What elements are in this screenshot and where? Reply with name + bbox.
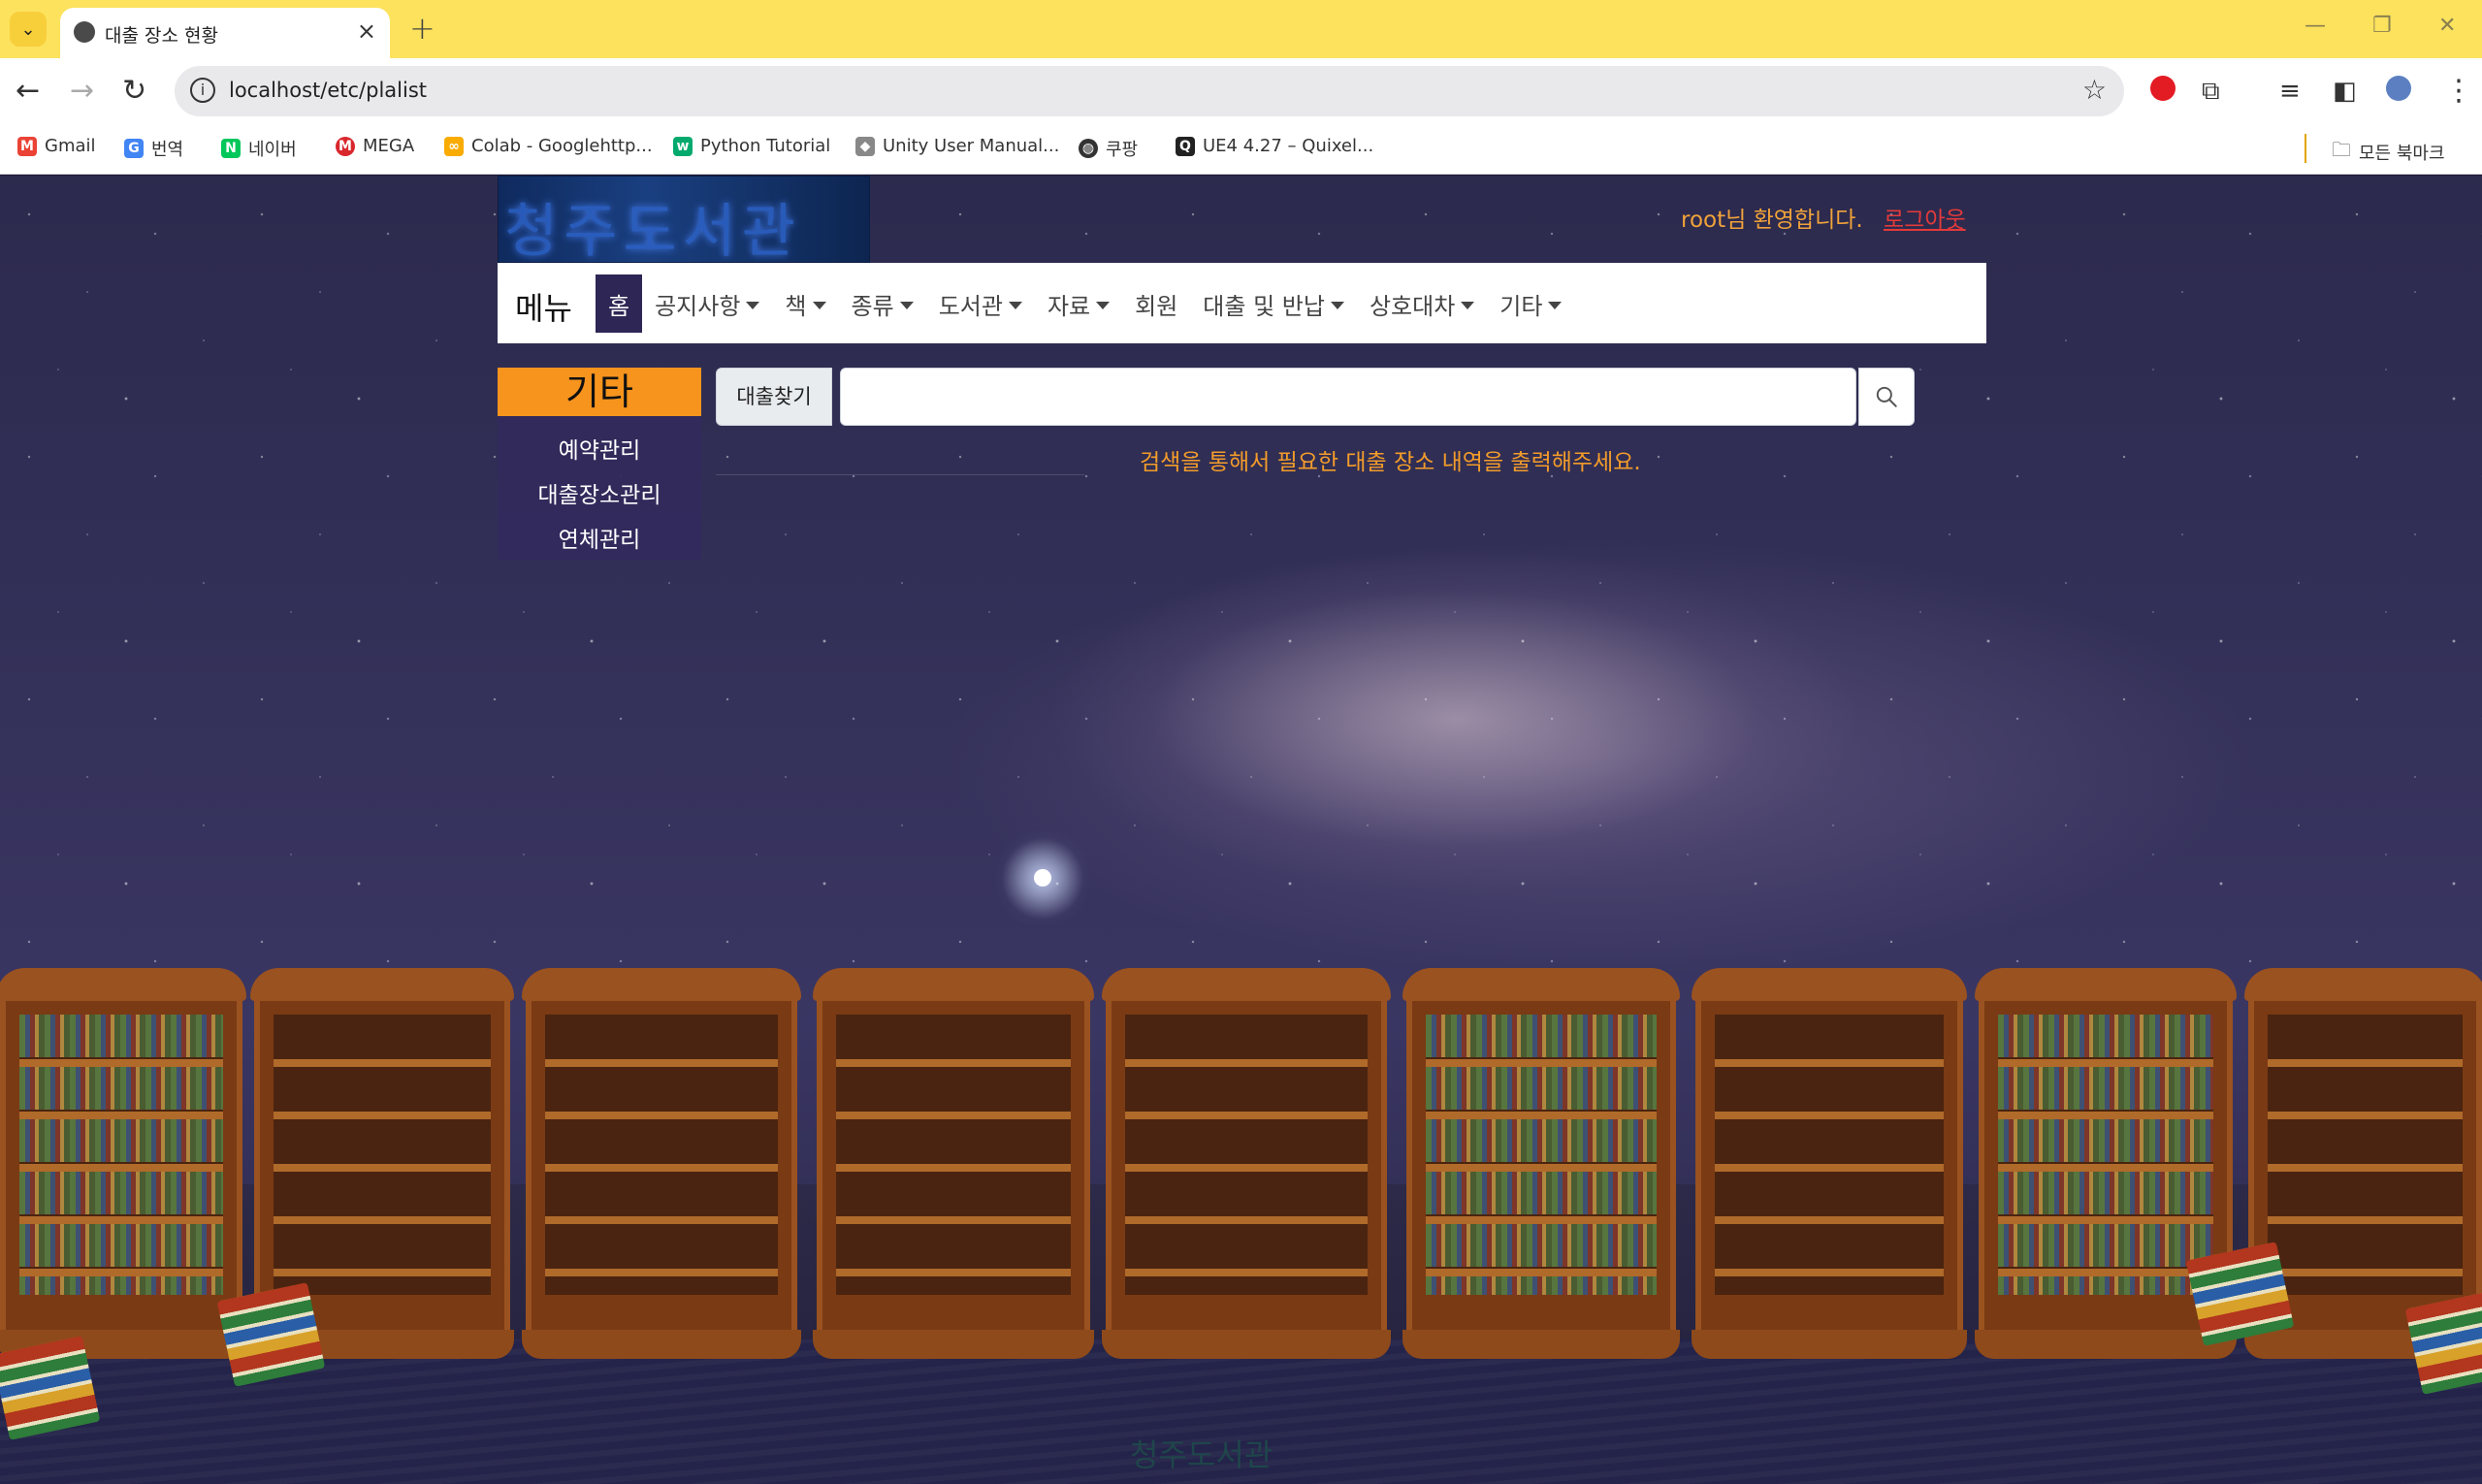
quixel-icon: Q [1176,136,1195,156]
nav-library[interactable]: 도서관 [926,274,1035,333]
bookmark-gmail[interactable]: M Gmail [17,136,96,156]
opera-extension-icon[interactable] [2150,76,2176,101]
nav-members[interactable]: 회원 [1122,274,1190,333]
bookmark-naver[interactable]: N 네이버 [221,136,297,161]
footer-logo: 청주도서관 [1130,1436,1273,1473]
search-hint: 검색을 통해서 필요한 대출 장소 내역을 출력해주세요. [1140,450,1641,475]
address-bar[interactable]: i localhost/etc/plalist ☆ [175,66,2124,116]
folder-icon: 🗀 [2332,138,2351,161]
bookmark-python-tutorial[interactable]: w Python Tutorial [673,136,830,156]
logo-text: 청주도서관 [504,198,801,263]
globe-icon: ◍ [1079,139,1098,158]
browser-tab-bar: ⌄ 대출 장소 현황 × + — ❐ ✕ [0,0,2482,58]
caret-down-icon [1330,302,1344,309]
search-button[interactable] [1858,368,1915,426]
reload-icon[interactable]: ↻ [122,74,146,109]
forward-arrow-icon[interactable]: → [70,74,94,109]
new-tab-button[interactable]: + [409,10,435,47]
caret-down-icon [1461,302,1475,309]
site-logo[interactable]: 청주도서관 [498,176,870,263]
side-menu: 예약관리 대출장소관리 연체관리 [498,416,701,560]
naver-icon: N [221,139,241,158]
divider [716,474,1084,475]
tab-title: 대출 장소 현황 [105,25,218,47]
all-bookmarks-folder[interactable]: 🗀 모든 북마크 [2332,136,2445,169]
bookshelf [813,968,1094,1359]
side-menu-title: 기타 [498,368,701,416]
bookmark-translate[interactable]: G 번역 [124,136,183,161]
bookmarks-separator [2305,134,2306,163]
bookshelf [1692,968,1967,1359]
caret-down-icon [1096,302,1111,309]
window-close-icon[interactable]: ✕ [2438,14,2456,38]
bookmark-unity[interactable]: ◆ Unity User Manual... [855,136,1059,156]
bookmark-star-icon[interactable]: ☆ [2082,74,2107,106]
navbar-brand[interactable]: 메뉴 [515,284,572,329]
welcome-message: root님 환영합니다. [1681,208,1863,233]
colab-icon: ∞ [444,136,464,156]
close-icon[interactable]: × [357,17,376,45]
minimize-icon[interactable]: — [2305,14,2326,38]
bookshelf [1402,968,1680,1359]
side-item-overdue[interactable]: 연체관리 [498,521,701,554]
caret-down-icon [812,302,826,309]
tab-search-button[interactable]: ⌄ [10,12,47,47]
url-text[interactable]: localhost/etc/plalist [229,79,427,102]
nav-loan-return[interactable]: 대출 및 반납 [1190,274,1357,333]
back-arrow-icon[interactable]: ← [16,74,40,109]
side-item-reservations[interactable]: 예약관리 [498,432,701,465]
more-vertical-icon[interactable]: ⋮ [2444,74,2473,109]
bookmark-mega[interactable]: M MEGA [336,136,414,156]
nav-resources[interactable]: 자료 [1035,274,1122,333]
bookmark-coupang[interactable]: ◍ 쿠팡 [1079,136,1138,161]
search-label: 대출찾기 [716,368,832,426]
caret-down-icon [1008,302,1022,309]
bookshelf [0,968,246,1359]
site-info-icon[interactable]: i [190,78,215,103]
nav-interlibrary-loan[interactable]: 상호대차 [1357,274,1487,333]
bookshelf [522,968,801,1359]
side-item-loan-locations[interactable]: 대출장소관리 [498,476,701,509]
caret-down-icon [1548,302,1563,309]
unity-icon: ◆ [855,136,875,156]
bookmark-colab[interactable]: ∞ Colab - Googlehttp... [444,136,653,156]
search-input[interactable] [840,368,1856,426]
nav-notice[interactable]: 공지사항 [642,274,772,333]
nav-category[interactable]: 종류 [839,274,926,333]
gmail-icon: M [17,136,37,156]
bookmark-quixel[interactable]: Q UE4 4.27 – Quixel... [1176,136,1373,156]
bookmarks-bar: M Gmail G 번역 N 네이버 M MEGA ∞ Colab - Goog… [0,124,2482,175]
caret-down-icon [899,302,914,309]
nav-book[interactable]: 책 [772,274,838,333]
translate-icon: G [124,139,144,158]
restore-icon[interactable]: ❐ [2372,14,2392,38]
nav-menu: 홈 공지사항 책 종류 도서관 자료 회원 대출 및 반납 상호대차 기타 [596,274,1574,333]
browser-tab-active[interactable]: 대출 장소 현황 × [60,8,390,58]
media-queue-icon[interactable]: ≡ [2279,74,2301,109]
bright-star [1034,869,1051,887]
browser-toolbar: ← → ↻ i localhost/etc/plalist ☆ ⧉ ≡ ◧ ⋮ [0,58,2482,124]
extensions-puzzle-icon[interactable]: ⧉ [2202,74,2220,109]
nav-home[interactable]: 홈 [596,274,643,333]
chevron-down-icon: ⌄ [20,18,36,40]
logout-link[interactable]: 로그아웃 [1884,201,1966,234]
profile-avatar[interactable] [2386,76,2411,101]
w3schools-icon: w [673,136,693,156]
globe-icon [74,21,95,43]
side-panel-icon[interactable]: ◧ [2333,74,2357,109]
mega-icon: M [336,136,355,156]
main-navbar: 메뉴 홈 공지사항 책 종류 도서관 자료 회원 대출 및 반납 상호대차 기타 [498,263,1986,343]
bookshelf [1102,968,1391,1359]
caret-down-icon [746,302,760,309]
search-icon [1876,386,1897,407]
nav-etc[interactable]: 기타 [1487,274,1574,333]
